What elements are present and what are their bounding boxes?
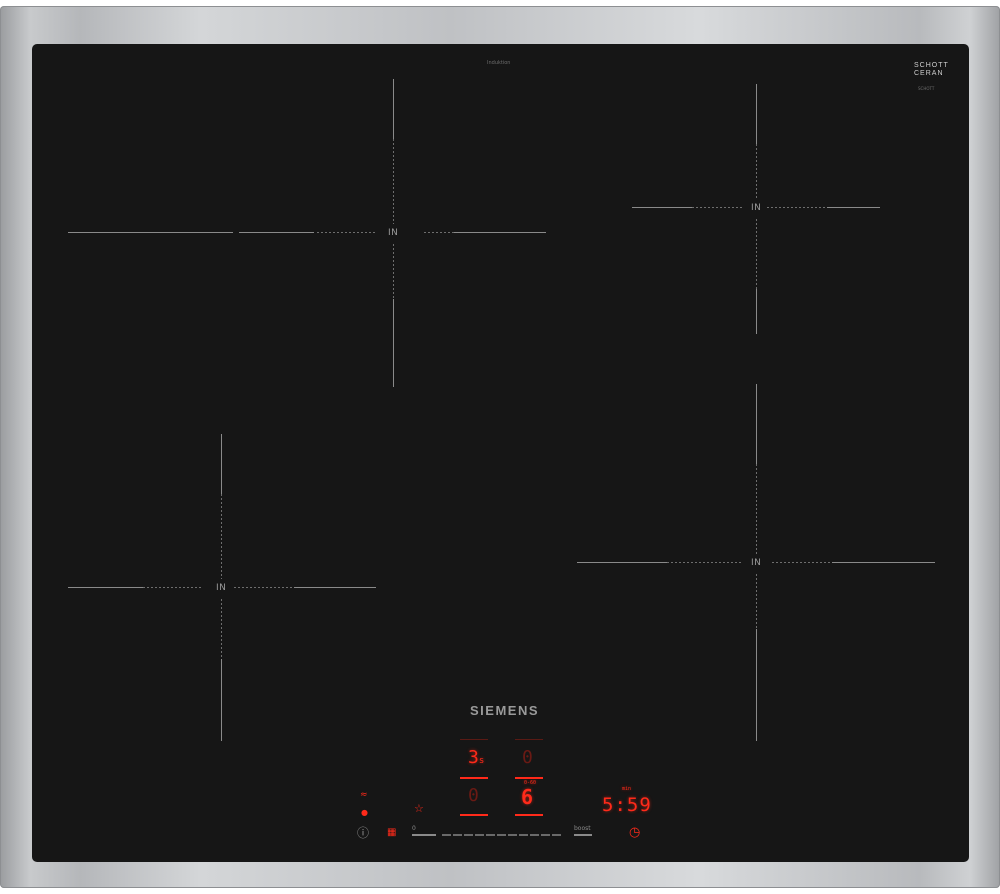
zone-guide-dotted: [767, 207, 827, 208]
zone-c-level-display[interactable]: 0: [468, 785, 479, 806]
power-dot-icon: ●: [361, 808, 368, 817]
slider-track-segment: [412, 834, 436, 836]
zone-guide-line: [221, 434, 222, 494]
zone-b-indicator-bar: [515, 777, 543, 779]
info-icon[interactable]: ⓘ: [357, 827, 369, 839]
stainless-frame: Induktion SCHOTT CERAN SCHOTT IN IN IN I…: [0, 6, 1000, 888]
slider-max-label: boost: [574, 825, 591, 832]
zone-guide-line: [454, 232, 546, 233]
slider-track-segment: [475, 834, 484, 836]
wifi-icon[interactable]: ≈: [360, 790, 368, 800]
slider-track-segment: [519, 834, 528, 836]
zone-a-active-bar: [460, 777, 488, 779]
slider-track-segment: [497, 834, 506, 836]
slider-track-segment: [453, 834, 462, 836]
brand-logo: SIEMENS: [470, 703, 540, 718]
zone-a-level-value: 3: [468, 747, 479, 768]
slider-track-segment: [574, 834, 592, 836]
zone-guide-dotted: [756, 219, 757, 289]
slider-track-segment: [508, 834, 517, 836]
favorite-icon[interactable]: ☆: [414, 803, 424, 814]
zone-guide-dotted: [424, 232, 454, 233]
timer-clock-icon[interactable]: ◷: [629, 826, 640, 839]
zone-induction-label: IN: [751, 558, 762, 568]
zone-b-level-display[interactable]: 0: [522, 747, 533, 768]
schott-logo-line2: CERAN: [914, 70, 944, 77]
schott-sub-label: SCHOTT: [918, 86, 935, 91]
zone-guide-dotted: [317, 232, 377, 233]
zone-c-indicator-bar: [460, 814, 488, 816]
model-label: Induktion: [487, 60, 511, 66]
zone-guide-line: [756, 84, 757, 144]
slider-track-segment: [442, 834, 451, 836]
slider-track-segment: [464, 834, 473, 836]
zone-guide-line: [294, 587, 376, 588]
zone-d-active-bar: [515, 814, 543, 816]
zone-a-level-display[interactable]: 3s: [468, 747, 484, 768]
zone-guide-line: [827, 207, 880, 208]
schott-ceran-logo: SCHOTT CERAN: [914, 62, 949, 78]
zone-guide-line: [239, 232, 314, 233]
zone-induction-label: IN: [216, 583, 227, 593]
zone-a-level-sub: s: [478, 756, 485, 766]
slider-min-label: 0: [412, 825, 416, 832]
zone-guide-dotted: [221, 494, 222, 579]
zone-guide-dotted: [393, 244, 394, 299]
timer-unit-label: min: [622, 786, 632, 792]
zone-induction-label: IN: [388, 228, 399, 238]
zone-guide-line: [393, 299, 394, 387]
zone-guide-dotted: [667, 562, 742, 563]
zone-guide-dotted: [756, 574, 757, 629]
zone-guide-line: [68, 587, 143, 588]
zone-guide-dotted: [756, 464, 757, 554]
timer-display[interactable]: 5:59: [602, 794, 652, 816]
zone-guide-dotted: [234, 587, 294, 588]
zone-guide-line: [832, 562, 935, 563]
slider-track-segment: [530, 834, 539, 836]
zone-guide-line: [221, 659, 222, 741]
slider-track-segment: [541, 834, 550, 836]
zone-guide-line: [577, 562, 667, 563]
zone-selector-bar: [515, 739, 543, 740]
zone-guide-dotted: [393, 139, 394, 224]
zone-selector-bar: [460, 739, 488, 740]
slider-track-segment: [552, 834, 561, 836]
zone-guide-dotted: [772, 562, 832, 563]
lock-icon[interactable]: ▦: [387, 828, 396, 838]
zone-guide-line: [68, 232, 233, 233]
zone-induction-label: IN: [751, 203, 762, 213]
zone-guide-line: [756, 629, 757, 741]
slider-track-segment: [486, 834, 495, 836]
zone-guide-dotted: [756, 144, 757, 199]
schott-logo-line1: SCHOTT: [914, 62, 949, 69]
ceramic-glass-surface: Induktion SCHOTT CERAN SCHOTT IN IN IN I…: [32, 44, 969, 862]
zone-guide-line: [393, 79, 394, 139]
zone-guide-line: [632, 207, 692, 208]
zone-guide-dotted: [692, 207, 742, 208]
zone-guide-line: [756, 289, 757, 334]
zone-guide-dotted: [143, 587, 203, 588]
zone-d-level-display[interactable]: 6: [521, 785, 533, 809]
zone-guide-dotted: [221, 599, 222, 659]
zone-guide-line: [756, 384, 757, 464]
